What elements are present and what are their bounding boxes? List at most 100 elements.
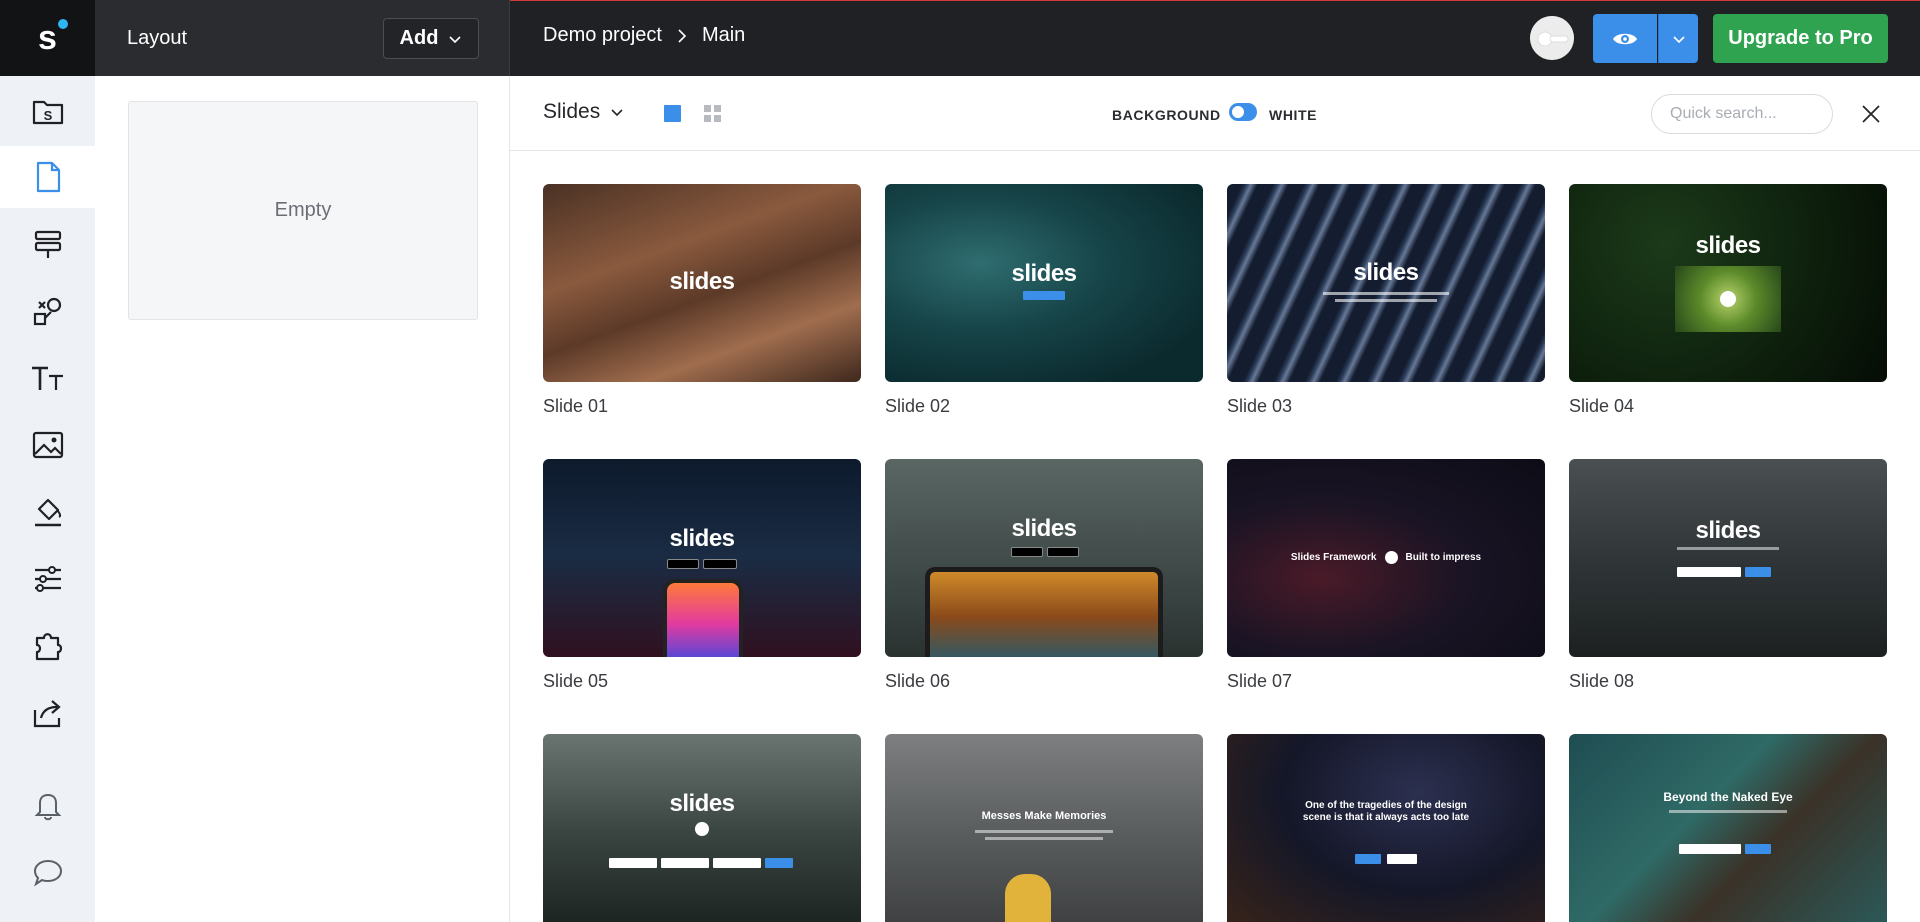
slide-logo: slides (1695, 517, 1761, 544)
category-dropdown-label: Slides (543, 100, 601, 123)
slide-card[interactable]: slides (543, 734, 861, 922)
logo-dot-icon (58, 19, 68, 29)
slide-card[interactable]: One of the tragedies of the design scene… (1227, 734, 1545, 922)
category-dropdown[interactable]: Slides (543, 100, 624, 124)
slide-logo: slides (669, 525, 735, 552)
slide-headline-part2: Built to impress (1405, 552, 1482, 563)
slide-caption: Slide 07 (1227, 671, 1293, 691)
close-icon[interactable] (1857, 100, 1885, 128)
chevron-down-icon (449, 35, 462, 43)
chevron-right-icon (674, 28, 690, 44)
slide-text-line (1323, 292, 1449, 295)
email-field-shape (1677, 567, 1741, 577)
layout-blocks-icon (34, 230, 61, 258)
surfboard-shape (1005, 874, 1051, 922)
single-view-icon[interactable] (664, 105, 681, 122)
slide-button-shape (1355, 854, 1381, 864)
breadcrumb: Demo project Main (543, 24, 745, 47)
chevron-down-icon (611, 109, 623, 117)
empty-layout-placeholder[interactable]: Empty (128, 101, 478, 320)
email-field-shape (1679, 844, 1741, 854)
app-window: s Layout Add Demo project Main Upgrade t… (0, 0, 1920, 922)
sidebar-item-export[interactable] (0, 682, 95, 744)
slide-card[interactable]: slides Slide 02 (885, 184, 1203, 417)
slide-thumbnail[interactable]: Slides Framework Built to impress (1227, 459, 1545, 657)
background-toggle[interactable] (1229, 103, 1257, 121)
slide-text-line (975, 830, 1113, 833)
slide-headline: Beyond the Naked Eye (1663, 790, 1793, 804)
slide-thumbnail[interactable]: slides (543, 184, 861, 382)
sidebar-item-pages[interactable] (0, 146, 95, 208)
slide-card[interactable]: slides Slide 06 (885, 459, 1203, 692)
sidebar-item-text[interactable] (0, 347, 95, 409)
slide-thumbnail[interactable]: slides (543, 459, 861, 657)
slide-headline: Messes Make Memories (981, 810, 1107, 822)
share-icon (33, 700, 61, 728)
preview-options-button[interactable] (1658, 14, 1698, 63)
panel-header: Layout Add (95, 0, 510, 76)
chevron-down-icon (1672, 35, 1685, 43)
page-icon (36, 161, 60, 193)
quick-search-input[interactable] (1651, 94, 1833, 134)
slide-card[interactable]: slides Slide 05 (543, 459, 861, 692)
sidebar-item-chat[interactable] (0, 841, 95, 903)
microsoft-store-badge (703, 559, 737, 569)
sidebar-item-settings[interactable] (0, 548, 95, 610)
sidebar-item-notifications[interactable] (0, 774, 95, 836)
slide-thumbnail[interactable]: slides (1569, 459, 1887, 657)
slide-thumbnail[interactable]: slides (1569, 184, 1887, 382)
slide-caption: Slide 01 (543, 396, 609, 416)
slide-card[interactable]: slides Slide 01 (543, 184, 861, 417)
subscribe-button-shape (1745, 567, 1771, 577)
eye-icon (1613, 33, 1637, 44)
slide-thumbnail[interactable]: slides (885, 184, 1203, 382)
preview-button[interactable] (1593, 14, 1657, 63)
slide-card[interactable]: slides Slide 03 (1227, 184, 1545, 417)
slide-caption: Slide 02 (885, 396, 951, 416)
breadcrumb-page[interactable]: Main (702, 24, 745, 47)
slide-thumbnail[interactable]: Messes Make Memories (885, 734, 1203, 922)
slide-logo: slides (1011, 260, 1077, 287)
slide-logo: slides (669, 790, 735, 817)
shapes-icon (33, 297, 61, 326)
submit-button-shape (765, 858, 793, 868)
slide-card[interactable]: slides Slide 08 (1569, 459, 1887, 692)
upgrade-button[interactable]: Upgrade to Pro (1713, 14, 1888, 63)
sidebar-item-project[interactable]: S (0, 80, 95, 142)
slide-thumbnail[interactable]: slides (543, 734, 861, 922)
add-button-label: Add (399, 27, 439, 49)
form-field-shape (661, 858, 709, 868)
svg-text:S: S (43, 108, 52, 123)
sidebar-item-plugins[interactable] (0, 615, 95, 677)
user-avatar-icon (1530, 16, 1574, 60)
google-play-badge (1047, 547, 1079, 557)
form-field-shape (713, 858, 761, 868)
sidebar-item-style[interactable] (0, 481, 95, 543)
slide-card[interactable]: Beyond the Naked Eye (1569, 734, 1887, 922)
add-button[interactable]: Add (383, 18, 479, 59)
slide-card[interactable]: slides Slide 04 (1569, 184, 1887, 417)
background-label: BACKGROUND (1112, 107, 1221, 123)
avatar[interactable] (1530, 16, 1574, 60)
app-store-badge (667, 559, 699, 569)
chat-icon (33, 859, 62, 887)
panel-title: Layout (127, 27, 188, 49)
sidebar-item-layout[interactable] (0, 213, 95, 275)
slide-thumbnail[interactable]: slides (1227, 184, 1545, 382)
app-logo[interactable]: s (0, 0, 95, 76)
slide-card[interactable]: Messes Make Memories (885, 734, 1203, 922)
slide-card[interactable]: Slides Framework Built to impress Slide … (1227, 459, 1545, 692)
image-icon (32, 431, 63, 459)
top-bar: s Layout Add Demo project Main Upgrade t… (0, 0, 1920, 76)
slide-logo: slides (669, 268, 735, 295)
grid-view-icon[interactable] (704, 105, 721, 122)
slide-thumbnail[interactable]: One of the tragedies of the design scene… (1227, 734, 1545, 922)
form-field-shape (609, 858, 657, 868)
slide-thumbnail[interactable]: Beyond the Naked Eye (1569, 734, 1887, 922)
sidebar-item-elements[interactable] (0, 280, 95, 342)
sidebar-item-media[interactable] (0, 414, 95, 476)
slide-thumbnail[interactable]: slides (885, 459, 1203, 657)
play-icon (695, 822, 709, 836)
slide-caption: Slide 05 (543, 671, 609, 691)
breadcrumb-project[interactable]: Demo project (543, 24, 662, 47)
